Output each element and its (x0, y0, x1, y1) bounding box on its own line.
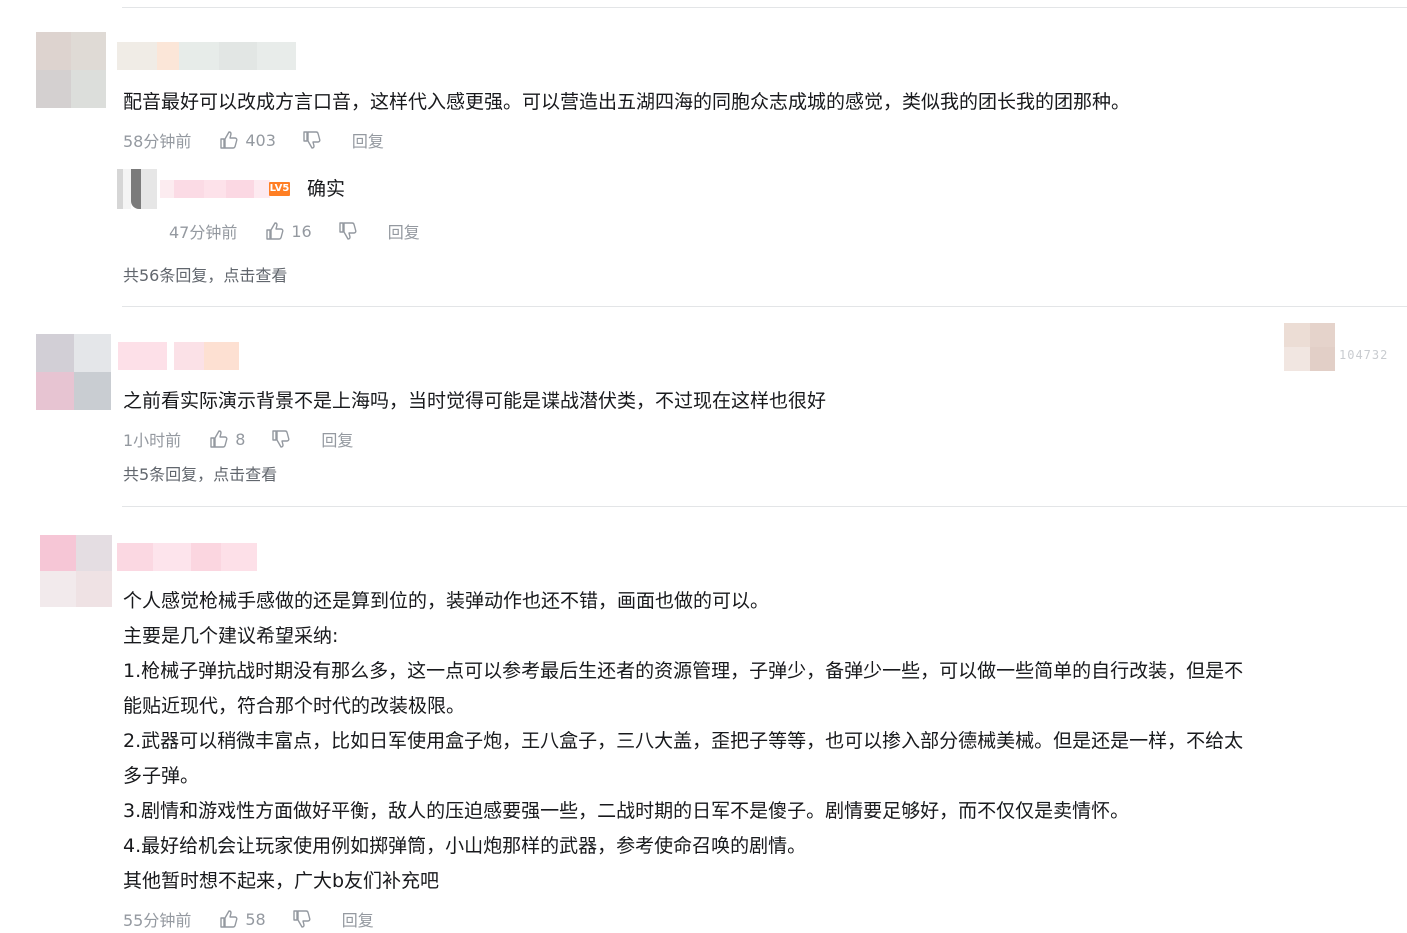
dislike-button[interactable] (271, 429, 291, 449)
like-button[interactable]: 403 (219, 130, 276, 150)
divider-top (122, 7, 1407, 8)
avatar[interactable] (36, 32, 106, 108)
comment-line: 之前看实际演示背景不是上海吗，当时觉得可能是谍战潜伏类，不过现在这样也很好 (123, 390, 827, 412)
reply-button[interactable]: 回复 (321, 427, 353, 451)
dislike-icon (272, 430, 290, 448)
comment-line: 4.最好给机会让玩家使用例如掷弹筒，小山炮那样的武器，参考使命召唤的剧情。 (123, 835, 807, 857)
reply-button[interactable]: 回复 (388, 219, 420, 243)
fan-badge-image (1284, 323, 1335, 371)
view-more-replies[interactable]: 共5条回复，点击查看 (123, 461, 277, 485)
reply-meta: 47分钟前 16 回复 (169, 219, 420, 243)
dislike-button[interactable] (338, 221, 358, 241)
dislike-button[interactable] (302, 130, 322, 150)
comment-time: 55分钟前 (123, 911, 192, 930)
comment-line: 多子弹。 (123, 765, 200, 787)
like-count: 8 (235, 429, 246, 449)
comment-text: 之前看实际演示背景不是上海吗，当时觉得可能是谍战潜伏类，不过现在这样也很好 (123, 384, 826, 419)
level-badge: LV5 (269, 182, 290, 196)
like-button[interactable]: 58 (219, 909, 266, 929)
comment-text: 配音最好可以改成方言口音，这样代入感更强。可以营造出五湖四海的同胞众志成城的感觉… (123, 85, 1130, 120)
like-count: 58 (245, 909, 266, 929)
comment-line: 2.武器可以稍微丰富点，比如日军使用盒子炮，王八盒子，三八大盖，歪把子等等，也可… (123, 730, 1244, 752)
like-count: 16 (291, 221, 312, 241)
comment-line: 个人感觉枪械手感做的还是算到位的，装弹动作也还不错，画面也做的可以。 (123, 590, 770, 612)
reply-username[interactable] (160, 180, 270, 198)
comment-time: 58分钟前 (123, 132, 192, 151)
dislike-icon (303, 131, 321, 149)
view-more-replies[interactable]: 共56条回复，点击查看 (123, 262, 287, 286)
like-button[interactable]: 8 (209, 429, 245, 449)
like-button[interactable]: 16 (265, 221, 312, 241)
comment-line: 配音最好可以改成方言口音，这样代入感更强。可以营造出五湖四海的同胞众志成城的感觉… (123, 91, 1131, 113)
fan-badge-number: 104732 (1339, 348, 1389, 362)
divider (122, 506, 1407, 507)
comment-line: 主要是几个建议希望采纳: (123, 625, 339, 647)
username[interactable] (118, 342, 239, 370)
reply-avatar[interactable] (117, 169, 157, 209)
dislike-icon (339, 222, 357, 240)
like-icon (220, 131, 238, 149)
fan-badge: 104732 (1284, 323, 1406, 371)
comment-line: 3.剧情和游戏性方面做好平衡，敌人的压迫感要强一些，二战时期的日军不是傻子。剧情… (123, 800, 1130, 822)
comment-text: 个人感觉枪械手感做的还是算到位的，装弹动作也还不错，画面也做的可以。 主要是几个… (123, 584, 1243, 899)
reply-text: 确实 (307, 178, 346, 200)
reply-time: 47分钟前 (169, 223, 238, 242)
reply-button[interactable]: 回复 (342, 907, 374, 931)
avatar[interactable] (40, 535, 112, 607)
like-icon (220, 910, 238, 928)
comment-meta: 58分钟前 403 回复 (123, 128, 384, 152)
comment-meta: 55分钟前 58 回复 (123, 907, 374, 931)
dislike-button[interactable] (292, 909, 312, 929)
avatar[interactable] (36, 334, 111, 410)
like-count: 403 (245, 130, 276, 150)
reply-button[interactable]: 回复 (352, 128, 384, 152)
like-icon (210, 430, 228, 448)
comment-line: 其他暂时想不起来，广大b友们补充吧 (123, 870, 440, 892)
comment-line: 能贴近现代，符合那个时代的改装极限。 (123, 695, 466, 717)
comment-meta: 1小时前 8 回复 (123, 427, 353, 451)
dislike-icon (293, 910, 311, 928)
divider (122, 306, 1407, 307)
comment-time: 1小时前 (123, 431, 182, 450)
comment-line: 1.枪械子弹抗战时期没有那么多，这一点可以参考最后生还者的资源管理，子弹少，备弹… (123, 660, 1244, 682)
username[interactable] (117, 543, 257, 571)
like-icon (266, 222, 284, 240)
username[interactable] (117, 42, 296, 70)
